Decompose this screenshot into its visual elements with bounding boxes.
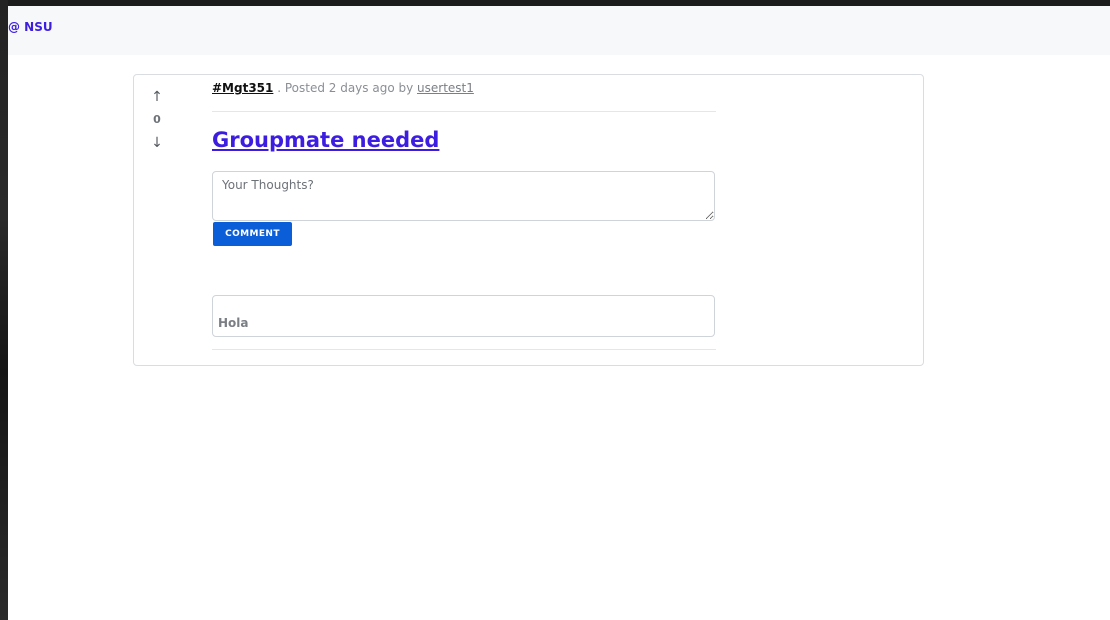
author-link[interactable]: usertest1 [417,81,474,95]
post-meta: #Mgt351 . Posted 2 days ago by usertest1 [212,81,474,95]
comment-button[interactable]: COMMENT [213,222,292,246]
post-card: ↑ 0 ↓ #Mgt351 . Posted 2 days ago by use… [133,74,924,366]
divider [212,111,716,112]
navbar: @ NSU [8,6,1110,55]
arrow-down-icon[interactable]: ↓ [146,133,168,153]
divider [212,349,716,350]
comment-text: Hola [218,316,249,330]
post-tag-link[interactable]: #Mgt351 [212,81,273,95]
arrow-up-icon[interactable]: ↑ [146,87,168,107]
comment-input[interactable] [212,171,715,221]
posted-text: . Posted 2 days ago by [277,81,414,95]
post-title-link[interactable]: Groupmate needed [212,128,439,152]
page: @ NSU ↑ 0 ↓ #Mgt351 . Posted 2 days ago … [8,6,1110,620]
window-left-edge [0,0,8,620]
vote-column: ↑ 0 ↓ [146,87,168,153]
comment-item: Hola [212,295,715,337]
brand-link[interactable]: @ NSU [8,20,53,34]
vote-count: 0 [153,113,161,126]
